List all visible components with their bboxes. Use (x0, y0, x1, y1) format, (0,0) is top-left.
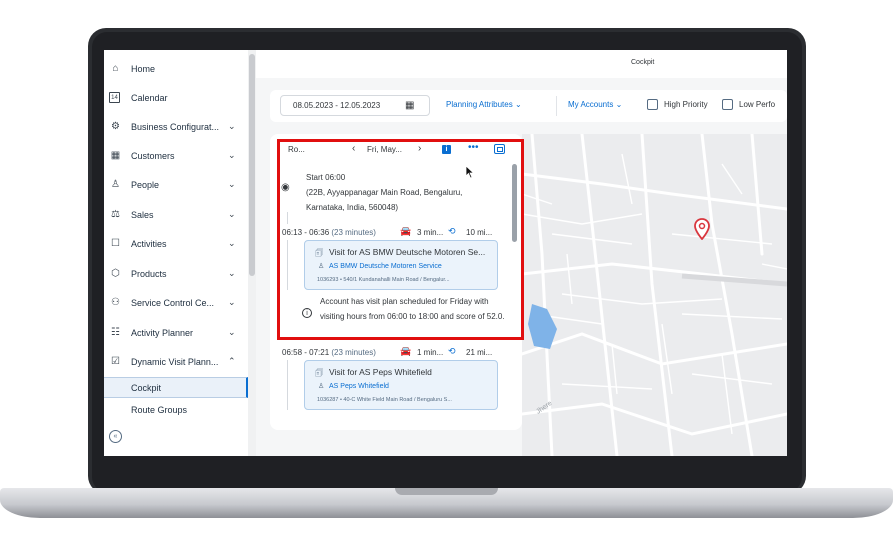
date-range-field[interactable]: 08.05.2023 - 12.05.2023 ▦ (280, 95, 430, 116)
sidebar-subitem-route-groups[interactable]: Route Groups (104, 399, 248, 420)
timeline-connector (287, 360, 288, 410)
sidebar-item-people[interactable]: ♙ People ⌄ (104, 170, 248, 199)
chevron-down-icon[interactable]: ⌄ (228, 297, 236, 308)
travel-distance: 21 mi... (466, 348, 493, 357)
checkbox-box[interactable] (647, 99, 658, 110)
chevron-down-icon[interactable]: ⌄ (228, 268, 236, 279)
sidebar-item-products[interactable]: ⬡ Products ⌄ (104, 259, 248, 288)
visit-card[interactable]: 🗊 Visit for AS Peps Whitefield ♙ AS Peps… (304, 360, 498, 410)
chevron-down-icon[interactable]: ⌄ (228, 150, 236, 161)
highlight-annotation (277, 139, 524, 340)
chevron-down-icon[interactable]: ⌄ (228, 238, 236, 249)
account-link[interactable]: AS Peps Whitefield (329, 383, 389, 390)
sidebar-item-business-configuration[interactable]: ⚙ Business Configurat... ⌄ (104, 112, 248, 141)
sidebar-item-label: Dynamic Visit Plann... (131, 356, 219, 367)
visit-address: 1036287 • 40-C White Field Main Road / B… (317, 397, 452, 403)
sidebar-scrollbar[interactable] (248, 50, 256, 456)
people-icon: ♙ (111, 179, 120, 190)
top-bar: Cockpit (256, 50, 787, 78)
filter-bar: 08.05.2023 - 12.05.2023 ▦ Planning Attri… (270, 90, 787, 122)
planning-attributes-label: Planning Attributes (446, 100, 513, 109)
chevron-down-icon[interactable]: ⌄ (228, 179, 236, 190)
sidebar-item-label: Activities (131, 238, 167, 249)
sidebar-item-label: Activity Planner (131, 327, 194, 338)
service-control-icon: ⚇ (111, 297, 120, 308)
sidebar-item-dynamic-visit-planner[interactable]: ☑ Dynamic Visit Plann... ⌃ (104, 347, 248, 376)
checkbox-box[interactable] (722, 99, 733, 110)
sidebar-item-label: People (131, 179, 160, 190)
map-view[interactable]: Jhere (522, 134, 787, 456)
my-accounts-label: My Accounts (568, 100, 614, 109)
sidebar-item-label: Sales (131, 209, 154, 220)
sidebar-item-label: Customers (131, 150, 175, 161)
travel-distance-icon: ⟲ (448, 346, 456, 356)
sales-icon: ⚖ (111, 209, 120, 220)
chevron-down-icon: ⌄ (615, 100, 623, 109)
sidebar-item-label: Products (131, 268, 167, 279)
activities-icon: ☐ (111, 238, 120, 249)
calendar-picker-icon[interactable]: ▦ (405, 100, 414, 111)
dynamic-visit-icon: ☑ (111, 356, 120, 367)
products-icon: ⬡ (111, 268, 120, 279)
page-title: Cockpit (631, 59, 655, 66)
sidebar-scroll-thumb[interactable] (249, 54, 255, 276)
sidebar-item-service-control-center[interactable]: ⚇ Service Control Ce... ⌄ (104, 288, 248, 317)
sidebar-subitem-cockpit[interactable]: Cockpit (104, 377, 248, 398)
filter-divider (556, 96, 557, 116)
sidebar-item-label: Home (131, 63, 156, 74)
visit-duration: (23 minutes) (331, 348, 376, 357)
customers-icon: ▦ (110, 150, 121, 161)
low-performance-checkbox[interactable]: Low Perfo (722, 99, 775, 110)
chevron-down-icon: ⌄ (514, 100, 522, 109)
sidebar-item-activity-planner[interactable]: ☷ Activity Planner ⌄ (104, 318, 248, 347)
activity-planner-icon: ☷ (111, 327, 120, 338)
calendar-icon: 14 (109, 92, 120, 103)
mouse-cursor-icon (465, 165, 475, 179)
laptop-notch (395, 488, 498, 495)
sidebar-item-label: Business Configurat... (131, 121, 220, 132)
sidebar-subitem-label: Cockpit (131, 382, 162, 393)
chevron-down-icon[interactable]: ⌄ (228, 209, 236, 220)
sidebar-subitem-label: Route Groups (131, 404, 188, 415)
street-map: Jhere (522, 134, 787, 456)
sidebar-item-sales[interactable]: ⚖ Sales ⌄ (104, 200, 248, 229)
account-icon: ♙ (318, 383, 325, 390)
collapse-sidebar-icon[interactable]: « (109, 430, 122, 443)
my-accounts-dropdown[interactable]: My Accounts ⌄ (568, 100, 622, 109)
planning-attributes-dropdown[interactable]: Planning Attributes ⌄ (446, 100, 522, 109)
visit-time-range: 06:58 - 07:21 (282, 348, 330, 357)
chevron-down-icon[interactable]: ⌄ (228, 121, 236, 132)
car-icon: 🚘 (400, 346, 412, 356)
sidebar-item-calendar[interactable]: 14 Calendar (104, 83, 248, 112)
sidebar: ⌂ Home 14 Calendar ⚙ Business Configurat… (104, 50, 248, 456)
sidebar-item-activities[interactable]: ☐ Activities ⌄ (104, 229, 248, 258)
chevron-up-icon[interactable]: ⌃ (228, 356, 236, 367)
date-range-value: 08.05.2023 - 12.05.2023 (293, 101, 381, 110)
visit-title[interactable]: Visit for AS Peps Whitefield (329, 367, 493, 377)
sidebar-item-label: Service Control Ce... (131, 297, 215, 308)
sidebar-item-home[interactable]: ⌂ Home (104, 54, 248, 83)
high-priority-checkbox[interactable]: High Priority (647, 99, 708, 110)
sidebar-item-customers[interactable]: ▦ Customers ⌄ (104, 141, 248, 170)
high-priority-label: High Priority (664, 100, 708, 109)
visit-icon: 🗊 (315, 368, 324, 378)
drive-time: 1 min... (417, 348, 444, 357)
location-pin-icon[interactable] (694, 218, 710, 240)
business-config-icon: ⚙ (111, 121, 120, 132)
low-performance-label: Low Perfo (739, 100, 776, 109)
visit-time-2: 06:58 - 07:21 (23 minutes) (282, 348, 376, 357)
chevron-down-icon[interactable]: ⌄ (228, 327, 236, 338)
home-icon: ⌂ (112, 63, 119, 74)
sidebar-item-label: Calendar (131, 92, 168, 103)
